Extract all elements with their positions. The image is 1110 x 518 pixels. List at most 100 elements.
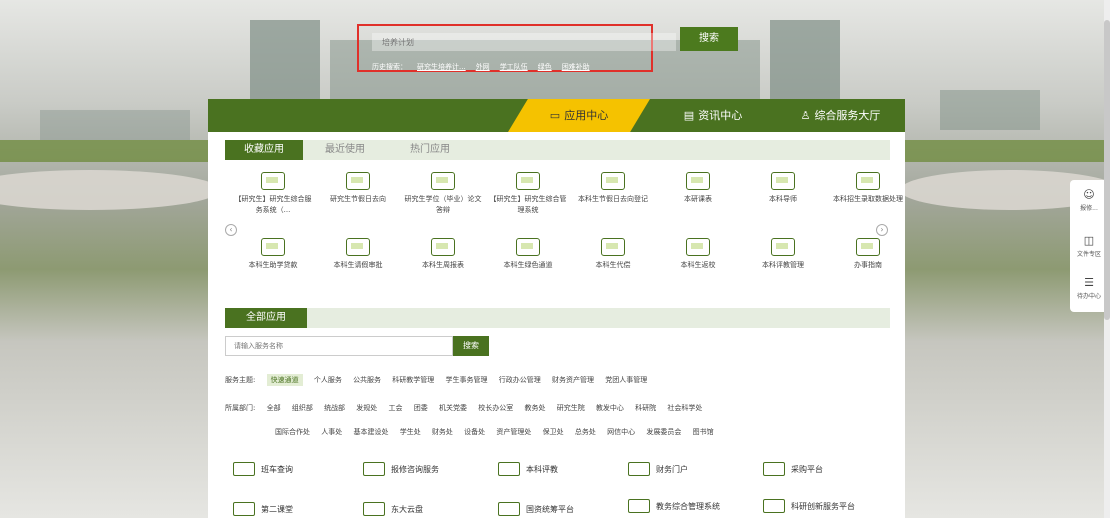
scrollbar[interactable] xyxy=(1104,0,1110,518)
float-repair[interactable]: ☺ 报修... xyxy=(1070,188,1108,212)
scrollbar-thumb[interactable] xyxy=(1104,20,1110,320)
app-tile[interactable]: 本研课表 xyxy=(658,172,738,205)
dept-option[interactable]: 人事处 xyxy=(321,427,342,437)
history-item[interactable]: 绿色 xyxy=(538,62,552,72)
topic-option[interactable]: 快速通道 xyxy=(266,374,303,386)
dept-option[interactable]: 教务处 xyxy=(524,403,545,413)
dept-option[interactable]: 网信中心 xyxy=(607,427,635,437)
app-tile[interactable]: 本科生代偿 xyxy=(573,238,653,271)
app-tile[interactable]: 本科生周报表 xyxy=(403,238,483,271)
dept-option[interactable]: 工会 xyxy=(389,403,403,413)
dept-option[interactable]: 财务处 xyxy=(432,427,453,437)
app-tile[interactable]: 本科导师 xyxy=(743,172,823,205)
history-item[interactable]: 困难补助 xyxy=(562,62,590,72)
service-item[interactable]: 东大云盘 xyxy=(363,502,423,516)
dept-option[interactable]: 图书馆 xyxy=(693,427,714,437)
service-item[interactable]: 班车查询 xyxy=(233,462,293,476)
dept-filter: 所属部门: 全部 组织部 统战部 发规处 工会 团委 机关党委 校长办公室 教务… xyxy=(225,403,711,413)
asset-icon xyxy=(498,502,520,516)
topic-option[interactable]: 学生事务管理 xyxy=(446,375,488,385)
dept-option[interactable]: 基本建设处 xyxy=(353,427,388,437)
float-todo[interactable]: ☰ 待办中心 xyxy=(1070,276,1108,300)
app-icon xyxy=(601,172,625,190)
dept-option[interactable]: 机关党委 xyxy=(439,403,467,413)
float-files[interactable]: ◫ 文件专区 xyxy=(1070,234,1108,258)
research-icon xyxy=(763,499,785,513)
topic-option[interactable]: 行政办公管理 xyxy=(499,375,541,385)
app-icon xyxy=(261,172,285,190)
app-icon xyxy=(431,238,455,256)
service-item[interactable]: 第二课堂 xyxy=(233,502,293,516)
content-panel: 收藏应用 最近使用 热门应用 ‹ › 【研究生】研究生综合服务系统（... 研究… xyxy=(208,132,905,518)
service-item[interactable]: 国资统筹平台 xyxy=(498,502,574,516)
app-tile[interactable]: 本科生请假审批 xyxy=(318,238,398,271)
history-item[interactable]: 学工队伍 xyxy=(500,62,528,72)
repair-icon xyxy=(363,462,385,476)
topic-option[interactable]: 财务资产管理 xyxy=(552,375,594,385)
dept-option[interactable]: 总务处 xyxy=(575,427,596,437)
dept-option[interactable]: 组织部 xyxy=(292,403,313,413)
app-tile[interactable]: 本科评教管理 xyxy=(743,238,823,271)
service-item[interactable]: 报修咨询服务 xyxy=(363,462,439,476)
history-item[interactable]: 外网 xyxy=(476,62,490,72)
history-item[interactable]: 研究生培养计... xyxy=(417,62,466,72)
topic-option[interactable]: 个人服务 xyxy=(314,375,342,385)
dept-option[interactable]: 研究生院 xyxy=(557,403,585,413)
app-tile[interactable]: 【研究生】研究生综合管理系统 xyxy=(488,172,568,216)
tab-favorites[interactable]: 收藏应用 xyxy=(225,140,303,160)
dept-option[interactable]: 社会科学处 xyxy=(667,403,702,413)
app-tile[interactable]: 研究生学位（毕业）论文答辩 xyxy=(403,172,483,216)
search-button[interactable]: 搜索 xyxy=(680,27,738,51)
dept-option[interactable]: 设备处 xyxy=(464,427,485,437)
tab-app-center[interactable]: ▭ 应用中心 xyxy=(508,99,650,132)
service-search-button[interactable]: 搜索 xyxy=(453,336,489,356)
app-tile[interactable]: 研究生节假日去向 xyxy=(318,172,398,205)
app-tile[interactable]: 本科招生录取数据处理 xyxy=(828,172,908,205)
next-arrow-icon[interactable]: › xyxy=(876,224,888,236)
dept-option[interactable]: 保卫处 xyxy=(543,427,564,437)
dept-option[interactable]: 国际合作处 xyxy=(275,427,310,437)
dept-option[interactable]: 发规处 xyxy=(356,403,377,413)
service-search-input[interactable] xyxy=(225,336,453,356)
repair-avatar-icon: ☺ xyxy=(1083,188,1095,201)
dept-option[interactable]: 全部 xyxy=(267,403,281,413)
folder-icon: ◫ xyxy=(1083,234,1095,247)
service-item[interactable]: 财务门户 xyxy=(628,462,688,476)
tab-news-center[interactable]: ▤ 资讯中心 xyxy=(653,99,773,132)
service-item[interactable]: 采购平台 xyxy=(763,462,823,476)
search-input[interactable] xyxy=(372,33,676,51)
bus-icon xyxy=(233,462,255,476)
service-item[interactable]: 科研创新服务平台 xyxy=(763,499,873,513)
topic-option[interactable]: 公共服务 xyxy=(353,375,381,385)
service-item[interactable]: 本科评教 xyxy=(498,462,558,476)
dept-option[interactable]: 发展委员会 xyxy=(646,427,681,437)
tab-service-hall[interactable]: ♙ 综合服务大厅 xyxy=(776,99,905,132)
dept-option[interactable]: 科研院 xyxy=(635,403,656,413)
app-tile[interactable]: 本科生节假日去向登记 xyxy=(573,172,653,205)
service-item[interactable]: 教务综合管理系统 xyxy=(628,499,738,513)
dept-option[interactable]: 团委 xyxy=(414,403,428,413)
app-icon xyxy=(346,172,370,190)
topic-option[interactable]: 科研教学管理 xyxy=(392,375,434,385)
video-icon xyxy=(233,502,255,516)
dept-option[interactable]: 教发中心 xyxy=(596,403,624,413)
dept-option[interactable]: 资产管理处 xyxy=(496,427,531,437)
app-tile[interactable]: 办事指南 xyxy=(828,238,908,271)
prev-arrow-icon[interactable]: ‹ xyxy=(225,224,237,236)
topic-option[interactable]: 党团人事管理 xyxy=(605,375,647,385)
app-tile[interactable]: 本科生绿色通道 xyxy=(488,238,568,271)
app-icon xyxy=(856,238,880,256)
dept-option[interactable]: 校长办公室 xyxy=(478,403,513,413)
app-tile[interactable]: 本科生返校 xyxy=(658,238,738,271)
app-icon xyxy=(431,172,455,190)
tab-recent[interactable]: 最近使用 xyxy=(315,140,375,160)
teaching-icon xyxy=(628,499,650,513)
app-tile[interactable]: 【研究生】研究生综合服务系统（... xyxy=(233,172,313,216)
history-label: 历史搜索： xyxy=(372,63,407,71)
dept-option[interactable]: 学生处 xyxy=(400,427,421,437)
app-tile[interactable]: 本科生助学贷款 xyxy=(233,238,313,271)
dept-option[interactable]: 统战部 xyxy=(324,403,345,413)
search-history: 历史搜索： 研究生培养计... 外网 学工队伍 绿色 困难补助 xyxy=(372,62,590,72)
main-nav: ▭ 应用中心 ▤ 资讯中心 ♙ 综合服务大厅 xyxy=(208,99,905,132)
tab-popular[interactable]: 热门应用 xyxy=(395,140,465,160)
